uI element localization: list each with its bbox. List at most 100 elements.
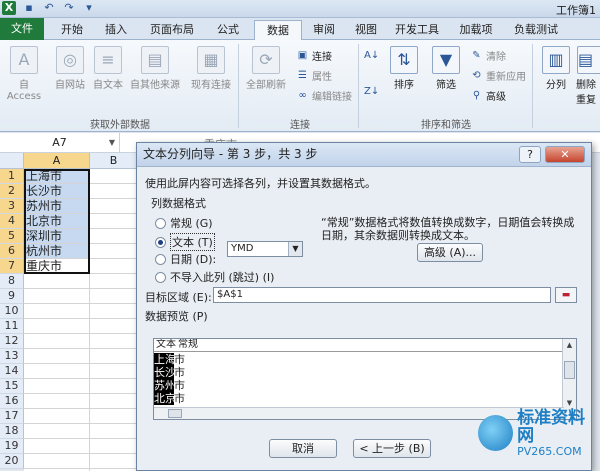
properties-button[interactable]: ☰ 属性 (296, 68, 332, 84)
date-format-select[interactable]: YMD ▼ (227, 241, 303, 257)
connections-button[interactable]: ▣ 连接 (296, 48, 332, 64)
row-header[interactable]: 7 (0, 259, 24, 274)
format-description: “常规”数据格式将数值转换成数字，日期值会转换成日期，其余数据则转换成文本。 (321, 216, 575, 242)
target-range-input[interactable]: $A$1 (213, 287, 551, 303)
window-title: 工作簿1 (556, 4, 596, 17)
group-label-external: 获取外部数据 (90, 120, 150, 131)
tab-load-test[interactable]: 负载测试 (506, 20, 566, 40)
tab-view[interactable]: 视图 (348, 20, 384, 40)
save-icon[interactable]: ▪ (22, 1, 36, 15)
sheet-grid[interactable] (90, 169, 138, 471)
row-header[interactable]: 20 (0, 454, 24, 469)
row-header[interactable]: 3 (0, 199, 24, 214)
row-header[interactable]: 16 (0, 394, 24, 409)
sheet-grid[interactable] (24, 274, 90, 471)
column-header-a[interactable]: A (24, 153, 90, 169)
row-header[interactable]: 4 (0, 214, 24, 229)
tab-insert[interactable]: 插入 (96, 20, 136, 40)
radio-skip-column[interactable]: 不导入此列 (跳过) (I) (155, 269, 274, 285)
chevron-down-icon[interactable]: ▼ (288, 242, 302, 256)
tab-page-layout[interactable]: 页面布局 (140, 20, 204, 40)
row-header[interactable]: 15 (0, 379, 24, 394)
row-header[interactable]: 12 (0, 334, 24, 349)
radio-dot (155, 253, 166, 265)
row-header[interactable]: 10 (0, 304, 24, 319)
sort-ascending-button[interactable]: A↓ (364, 50, 380, 62)
sort-descending-button[interactable]: Z↓ (364, 86, 379, 98)
preview-header-col[interactable]: 常规 (176, 339, 198, 351)
back-button[interactable]: < 上一步 (B) (353, 439, 431, 458)
from-text-button[interactable]: ≡ 自文本 (90, 46, 126, 91)
cell-a1[interactable]: 上海市 (24, 169, 90, 184)
name-box-dropdown-icon[interactable]: ▼ (109, 133, 115, 152)
advanced-button[interactable]: 高级 (A)... (417, 243, 483, 262)
cell-a4[interactable]: 北京市 (24, 214, 90, 229)
row-header[interactable]: 18 (0, 424, 24, 439)
cell-a7[interactable]: 重庆市 (24, 259, 90, 274)
cell-a3[interactable]: 苏州市 (24, 199, 90, 214)
radio-date[interactable]: 日期 (D): (155, 251, 216, 267)
row-header[interactable]: 11 (0, 319, 24, 334)
cell-a2[interactable]: 长沙市 (24, 184, 90, 199)
tab-addins[interactable]: 加载项 (452, 20, 500, 40)
reapply-button[interactable]: ⟲ 重新应用 (470, 68, 526, 84)
help-button[interactable]: ? (519, 146, 541, 163)
sort-icon: ⇅ (390, 46, 418, 74)
row-header[interactable]: 9 (0, 289, 24, 304)
row-header[interactable]: 14 (0, 364, 24, 379)
customize-icon[interactable]: ▾ (82, 1, 96, 15)
scroll-thumb[interactable] (168, 409, 182, 418)
row-header[interactable]: 1 (0, 169, 24, 184)
clear-button[interactable]: ✎ 清除 (470, 48, 506, 64)
quick-access-toolbar: X ▪ ↶ ↷ ▾ (2, 1, 96, 15)
from-access-button[interactable]: A 自 Access (2, 46, 46, 102)
column-format-group: 列数据格式 常规 (G) 文本 (T) 日期 (D): 不导入此列 (跳过) (… (145, 195, 315, 284)
excel-icon[interactable]: X (2, 1, 16, 15)
tab-file[interactable]: 文件 (0, 18, 44, 40)
sort-az-icon: A↓ (364, 50, 380, 61)
name-box[interactable]: A7 ▼ (0, 133, 120, 153)
from-web-button[interactable]: ◎ 自网站 (52, 46, 88, 91)
preview-label: 数据预览 (P) (145, 310, 208, 323)
refresh-all-button[interactable]: ⟳ 全部刷新 (242, 46, 290, 91)
preview-header-col[interactable]: 文本 (154, 339, 176, 351)
cell-a6[interactable]: 杭州市 (24, 244, 90, 259)
tab-formulas[interactable]: 公式 (208, 20, 248, 40)
text-to-columns-button[interactable]: ▥ 分列 (538, 46, 574, 91)
row-header[interactable]: 5 (0, 229, 24, 244)
sort-button[interactable]: ⇅ 排序 (386, 46, 422, 91)
row-header[interactable]: 2 (0, 184, 24, 199)
cell-a5[interactable]: 深圳市 (24, 229, 90, 244)
from-other-sources-button[interactable]: ▤ 自其他来源 (128, 46, 182, 91)
column-header-b[interactable]: B (90, 153, 138, 169)
scroll-up-icon[interactable]: ▲ (563, 341, 576, 349)
tab-home[interactable]: 开始 (52, 20, 92, 40)
preview-header: 文本 常规 (154, 339, 564, 352)
row-header[interactable]: 8 (0, 274, 24, 289)
collapse-dialog-icon[interactable]: ▬ (555, 287, 577, 303)
tab-data[interactable]: 数据 (254, 20, 302, 41)
text-file-icon: ≡ (94, 46, 122, 74)
row-header[interactable]: 19 (0, 439, 24, 454)
filter-button[interactable]: ▼ 筛选 (428, 46, 464, 91)
advanced-filter-button[interactable]: ⚲ 高级 (470, 88, 506, 104)
tab-developer[interactable]: 开发工具 (388, 20, 446, 40)
row-header[interactable]: 13 (0, 349, 24, 364)
edit-links-button[interactable]: ∞ 编辑链接 (296, 88, 352, 104)
close-button[interactable]: ✕ (545, 146, 585, 163)
radio-general[interactable]: 常规 (G) (155, 215, 213, 231)
title-bar: X ▪ ↶ ↷ ▾ 工作簿1 (0, 0, 600, 18)
row-header[interactable]: 17 (0, 409, 24, 424)
radio-text[interactable]: 文本 (T) (155, 233, 215, 251)
row-header[interactable]: 6 (0, 244, 24, 259)
split-columns-icon: ▥ (542, 46, 570, 74)
existing-connections-button[interactable]: ▦ 现有连接 (188, 46, 234, 91)
scroll-thumb[interactable] (564, 361, 575, 379)
cancel-button[interactable]: 取消 (269, 439, 337, 458)
undo-icon[interactable]: ↶ (42, 1, 56, 15)
redo-icon[interactable]: ↷ (62, 1, 76, 15)
remove-duplicates-button[interactable]: ▤ 删除 重复 (576, 46, 600, 106)
select-all-corner[interactable] (0, 153, 24, 169)
tab-review[interactable]: 审阅 (306, 20, 342, 40)
remove-duplicates-icon: ▤ (577, 46, 600, 74)
